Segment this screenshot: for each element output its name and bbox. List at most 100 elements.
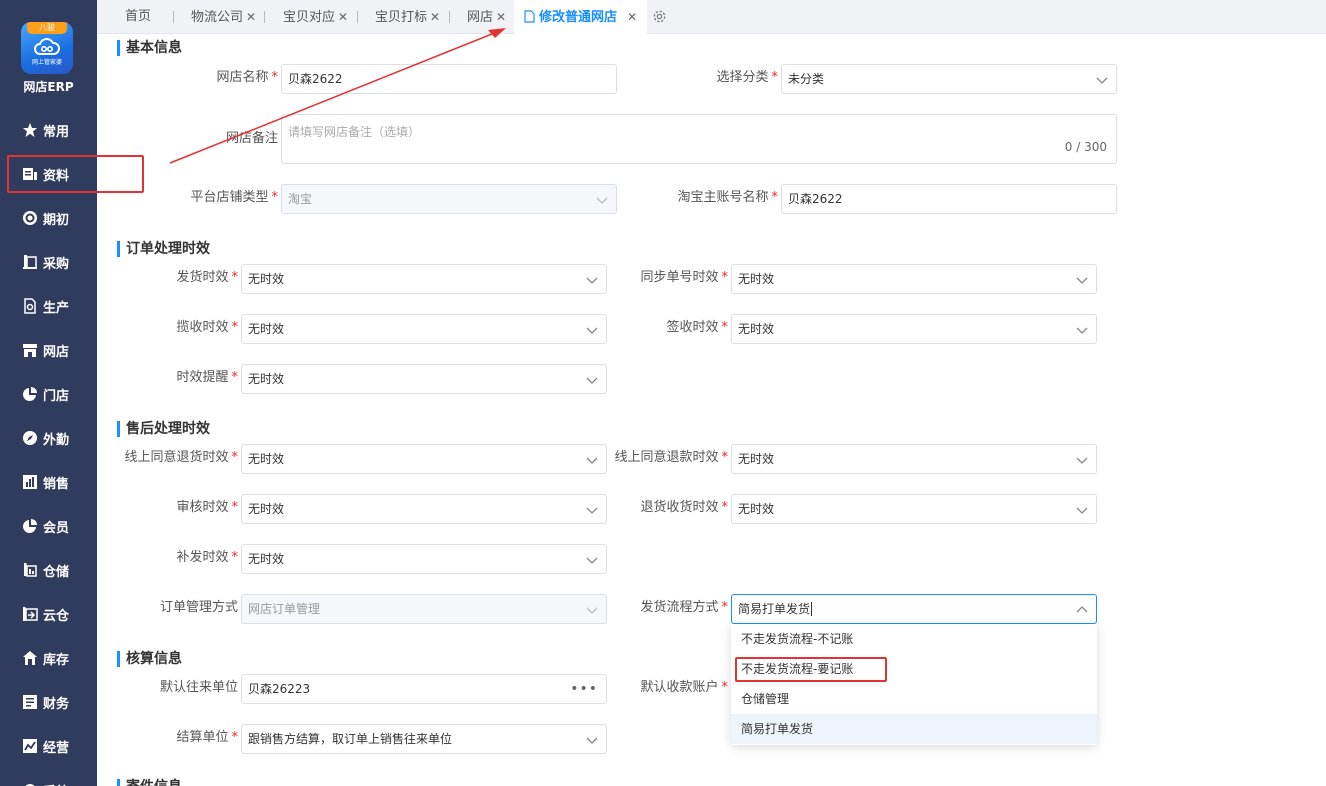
return-agree-label: 线上同意退货时效 *: [124, 450, 238, 465]
close-icon[interactable]: ✕: [338, 10, 348, 24]
audit-time-label: 审核时效 *: [176, 500, 238, 515]
close-icon[interactable]: ✕: [430, 10, 440, 24]
return-receive-select[interactable]: 无时效: [731, 494, 1097, 524]
default-unit-label: 默认往来单位: [159, 680, 238, 695]
close-icon[interactable]: ✕: [246, 10, 256, 24]
audit-time-select[interactable]: 无时效: [241, 494, 607, 524]
audit-time-value: 无时效: [248, 502, 285, 516]
refund-agree-select[interactable]: 无时效: [731, 444, 1097, 474]
chevron-down-icon: [586, 737, 598, 744]
chevron-down-icon: [1096, 77, 1108, 84]
chevron-down-icon: [1076, 507, 1088, 514]
default-account-label: 默认收款账户 *: [640, 680, 728, 695]
section-basic-info: 基本信息: [117, 39, 182, 57]
return-receive-label: 退货收货时效 *: [640, 500, 728, 515]
sidebar-item-label: 常用: [43, 124, 70, 140]
collect-time-value: 无时效: [248, 322, 285, 336]
sync-time-label: 同步单号时效 *: [640, 270, 728, 285]
collect-time-select[interactable]: 无时效: [241, 314, 607, 344]
sidebar-item-common[interactable]: 常用: [0, 108, 97, 152]
tab-item-mapping[interactable]: 宝贝对应 ✕: [283, 0, 348, 34]
sidebar-item-label: 销售: [43, 476, 70, 492]
main-account-input[interactable]: 贝森2622: [781, 184, 1117, 214]
sidebar-item-cloud-warehouse[interactable]: 云仓: [0, 592, 97, 636]
sidebar-item-finance[interactable]: 财务: [0, 680, 97, 724]
sign-time-label: 签收时效 *: [666, 320, 728, 335]
default-unit-input[interactable]: 贝森26223 •••: [241, 674, 607, 704]
home-icon: [22, 650, 38, 666]
sync-time-value: 无时效: [738, 272, 775, 286]
app-logo[interactable]: 八骏 网上管家婆: [21, 22, 73, 74]
sidebar-item-label: 门店: [43, 388, 70, 404]
return-agree-select[interactable]: 无时效: [241, 444, 607, 474]
store-icon: [22, 342, 38, 358]
tab-label: 网店: [467, 10, 494, 25]
chevron-down-icon: [596, 197, 608, 204]
ship-flow-option[interactable]: 仓储管理: [731, 684, 1097, 714]
sidebar-item-operation[interactable]: 经营: [0, 724, 97, 768]
sidebar-item-initial[interactable]: 期初: [0, 196, 97, 240]
sidebar-item-label: 网店: [43, 344, 70, 360]
reissue-time-value: 无时效: [248, 552, 285, 566]
return-agree-value: 无时效: [248, 452, 285, 466]
logo-subtitle: 网上管家婆: [31, 59, 62, 66]
sync-time-select[interactable]: 无时效: [731, 264, 1097, 294]
sidebar-item-field[interactable]: 外勤: [0, 416, 97, 460]
sidebar-item-label: 期初: [43, 212, 70, 228]
cloud-icon: [34, 38, 60, 55]
tab-label: 首页: [125, 9, 152, 24]
section-aftersale-timeliness: 售后处理时效: [117, 420, 210, 438]
text-cursor: [811, 602, 813, 616]
settle-unit-select[interactable]: 跟销售方结算，取订单上销售往来单位: [241, 724, 607, 754]
reissue-time-label: 补发时效 *: [176, 550, 238, 565]
sign-time-value: 无时效: [738, 322, 775, 336]
category-select[interactable]: 未分类: [781, 64, 1117, 94]
ship-flow-option-selected[interactable]: 简易打单发货: [731, 714, 1097, 744]
sidebar-item-system[interactable]: 系统: [0, 768, 97, 786]
main-account-label: 淘宝主账号名称 *: [677, 190, 778, 205]
logo-tag: 八骏: [27, 22, 67, 34]
file-icon: [524, 10, 535, 23]
gear-icon[interactable]: [652, 9, 667, 24]
sidebar-item-member[interactable]: 会员: [0, 504, 97, 548]
remind-select[interactable]: 无时效: [241, 364, 607, 394]
tab-edit-shop[interactable]: 修改普通网店 ✕: [514, 0, 648, 34]
ship-flow-option[interactable]: 不走发货流程-不记账: [731, 624, 1097, 654]
remark-textarea[interactable]: 请填写网店备注（选填） 0 / 300: [281, 114, 1117, 164]
close-icon[interactable]: ✕: [627, 10, 637, 24]
sidebar-item-purchase[interactable]: 采购: [0, 240, 97, 284]
tab-shop[interactable]: 网店 ✕: [467, 0, 506, 34]
tab-label: 物流公司: [191, 10, 244, 25]
brand-name: 网店ERP: [23, 80, 74, 94]
bar-chart-icon: [22, 474, 38, 490]
sidebar-item-warehouse[interactable]: 仓储: [0, 548, 97, 592]
tab-item-tagging[interactable]: 宝贝打标 ✕: [375, 0, 440, 34]
remark-label: 网店备注: [225, 131, 278, 146]
ship-flow-select[interactable]: 简易打单发货: [731, 594, 1097, 624]
chevron-down-icon: [1076, 277, 1088, 284]
shop-name-label: 网店名称 *: [216, 70, 278, 85]
shop-name-input[interactable]: 贝森2622: [281, 64, 617, 94]
cloud-warehouse-icon: [22, 606, 38, 622]
refund-agree-value: 无时效: [738, 452, 775, 466]
chevron-down-icon: [586, 557, 598, 564]
chevron-down-icon: [1076, 457, 1088, 464]
ship-time-select[interactable]: 无时效: [241, 264, 607, 294]
sidebar-item-inventory[interactable]: 库存: [0, 636, 97, 680]
section-accounting: 核算信息: [117, 650, 182, 668]
default-unit-value: 贝森26223: [248, 682, 311, 696]
order-mgmt-value: 网店订单管理: [248, 602, 321, 616]
tab-logistics[interactable]: 物流公司 ✕: [191, 0, 256, 34]
sign-time-select[interactable]: 无时效: [731, 314, 1097, 344]
tab-separator: [449, 11, 450, 23]
sidebar-item-sales[interactable]: 销售: [0, 460, 97, 504]
tab-separator: [264, 11, 265, 23]
close-icon[interactable]: ✕: [496, 10, 506, 24]
sidebar-item-shop[interactable]: 网店: [0, 328, 97, 372]
sidebar-item-store[interactable]: 门店: [0, 372, 97, 416]
ship-flow-dropdown: 不走发货流程-不记账 不走发货流程-要记账 仓储管理 简易打单发货: [731, 624, 1097, 745]
remind-label: 时效提醒 *: [176, 370, 238, 385]
tab-home[interactable]: 首页: [125, 0, 151, 34]
sidebar-item-production[interactable]: 生产: [0, 284, 97, 328]
reissue-time-select[interactable]: 无时效: [241, 544, 607, 574]
